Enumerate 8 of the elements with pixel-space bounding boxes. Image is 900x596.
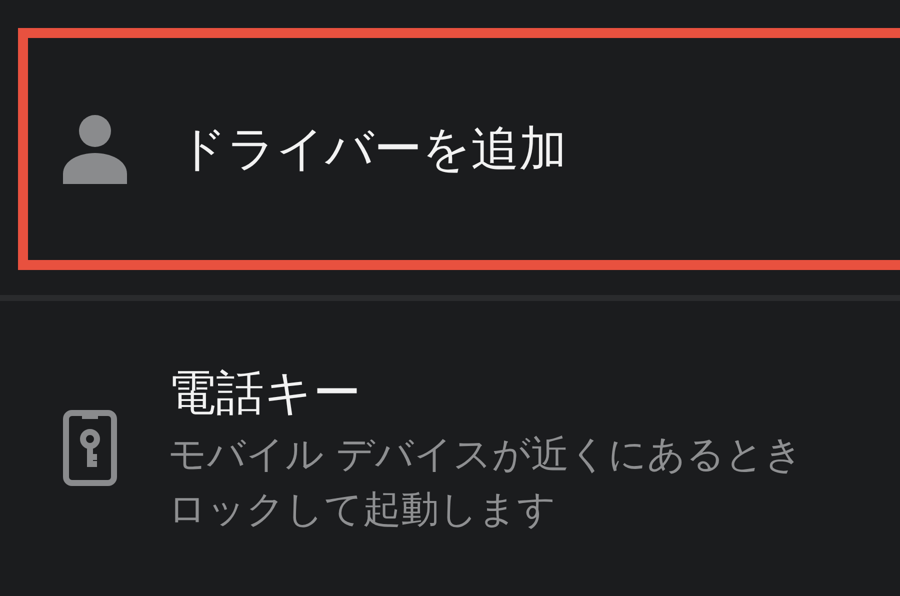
- list-item[interactable]: 電話キー モバイル デバイスが近くにあるとき ロックして起動します: [0, 301, 900, 536]
- list-item[interactable]: ドライバーを追加: [0, 28, 900, 270]
- phone-key-icon: [62, 409, 118, 488]
- item-description: ロックして起動します: [168, 486, 557, 534]
- item-description: モバイル デバイスが近くにあるとき: [168, 431, 804, 478]
- item-title: 電話キー: [168, 364, 362, 423]
- item-title: ドライバーを追加: [178, 120, 567, 179]
- person-icon: [62, 114, 128, 184]
